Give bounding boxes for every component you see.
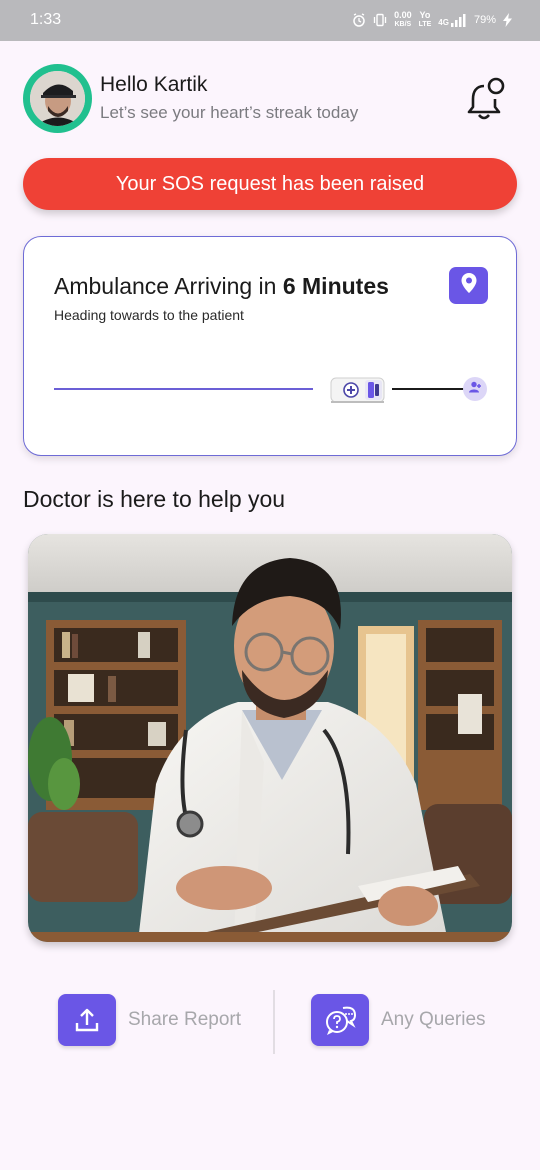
bell-notification-icon[interactable] bbox=[464, 76, 508, 122]
status-icons: 0.00 KB/S Yo LTE 4G 79% bbox=[352, 11, 512, 29]
ambulance-card: Ambulance Arriving in 6 Minutes Heading … bbox=[23, 236, 517, 456]
upload-icon bbox=[58, 994, 116, 1046]
ambulance-title: Ambulance Arriving in 6 Minutes bbox=[54, 273, 389, 300]
route-progress-completed bbox=[54, 388, 313, 390]
alarm-icon bbox=[352, 13, 366, 27]
avatar[interactable] bbox=[23, 64, 92, 133]
speed-unit: KB/S bbox=[394, 21, 412, 28]
ambulance-title-prefix: Ambulance Arriving in bbox=[54, 273, 277, 299]
signal-icon: 4G bbox=[438, 13, 467, 27]
sos-label: Your SOS request has been raised bbox=[115, 172, 425, 195]
signal-label: 4G bbox=[438, 17, 449, 27]
speed-value: 0.00 bbox=[394, 10, 412, 20]
status-time: 1:33 bbox=[30, 11, 62, 28]
vibrate-icon bbox=[373, 13, 387, 27]
ambulance-icon bbox=[329, 375, 386, 405]
battery-level: 79% bbox=[473, 14, 496, 26]
avatar-photo bbox=[30, 71, 85, 126]
chat-question-icon bbox=[311, 994, 369, 1046]
location-button[interactable] bbox=[449, 267, 488, 304]
actions-divider bbox=[273, 990, 275, 1054]
doctor-heading: Doctor is here to help you bbox=[23, 486, 286, 512]
volte-indicator: Yo LTE bbox=[419, 11, 432, 29]
route-progress-remaining bbox=[392, 388, 464, 390]
share-report-label: Share Report bbox=[128, 1009, 242, 1030]
share-report-button[interactable]: Share Report bbox=[58, 994, 241, 1046]
volte-bottom: LTE bbox=[418, 21, 432, 28]
sos-banner[interactable]: Your SOS request has been raised bbox=[23, 158, 517, 210]
status-bar: 1:33 0.00 KB/S Yo LTE 4G 79% bbox=[0, 0, 540, 41]
location-pin-icon bbox=[460, 272, 478, 299]
any-queries-label: Any Queries bbox=[381, 1009, 486, 1030]
doctor-photo[interactable] bbox=[28, 534, 512, 942]
battery-charging-icon bbox=[503, 13, 512, 27]
ambulance-subtitle: Heading towards to the patient bbox=[54, 307, 244, 323]
network-speed: 0.00 KB/S bbox=[394, 11, 412, 29]
ambulance-eta: 6 Minutes bbox=[282, 273, 389, 299]
any-queries-button[interactable]: Any Queries bbox=[311, 994, 486, 1046]
greeting-subtitle: Let’s see your heart’s streak today bbox=[100, 103, 359, 122]
greeting-title: Hello Kartik bbox=[100, 73, 208, 96]
person-pin-icon bbox=[468, 380, 482, 399]
destination-marker bbox=[463, 377, 487, 401]
volte-top: Yo bbox=[419, 10, 431, 20]
bottom-actions: Share Report Any Queries bbox=[0, 990, 540, 1056]
